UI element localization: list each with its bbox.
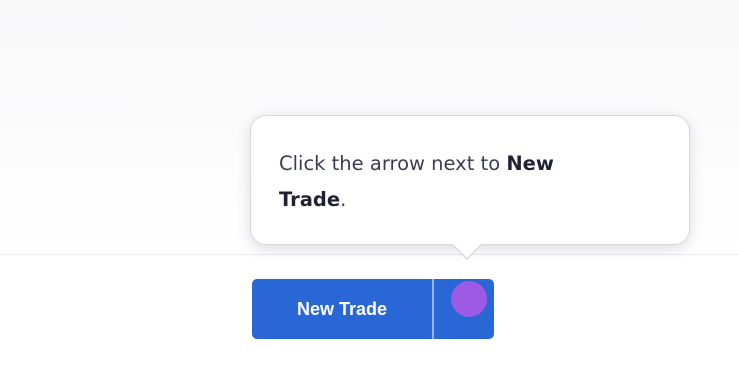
new-trade-dropdown-arrow-button[interactable] [434, 279, 494, 339]
tooltip-pointer [451, 243, 483, 260]
section-divider [0, 254, 739, 255]
tooltip-suffix: . [340, 188, 347, 211]
page: Click the arrow next to New Trade. New Tr… [0, 0, 739, 365]
tooltip-prefix: Click the arrow next to [279, 152, 507, 175]
tooltip-emphasis-2: Trade [279, 188, 341, 211]
guide-tooltip: Click the arrow next to New Trade. [250, 115, 690, 260]
new-trade-button[interactable]: New Trade [252, 279, 432, 339]
tooltip-emphasis-1: New [506, 152, 554, 175]
new-trade-split-button: New Trade [252, 279, 494, 339]
click-indicator-icon [451, 281, 487, 317]
tooltip-text: Click the arrow next to New Trade. [279, 146, 649, 218]
